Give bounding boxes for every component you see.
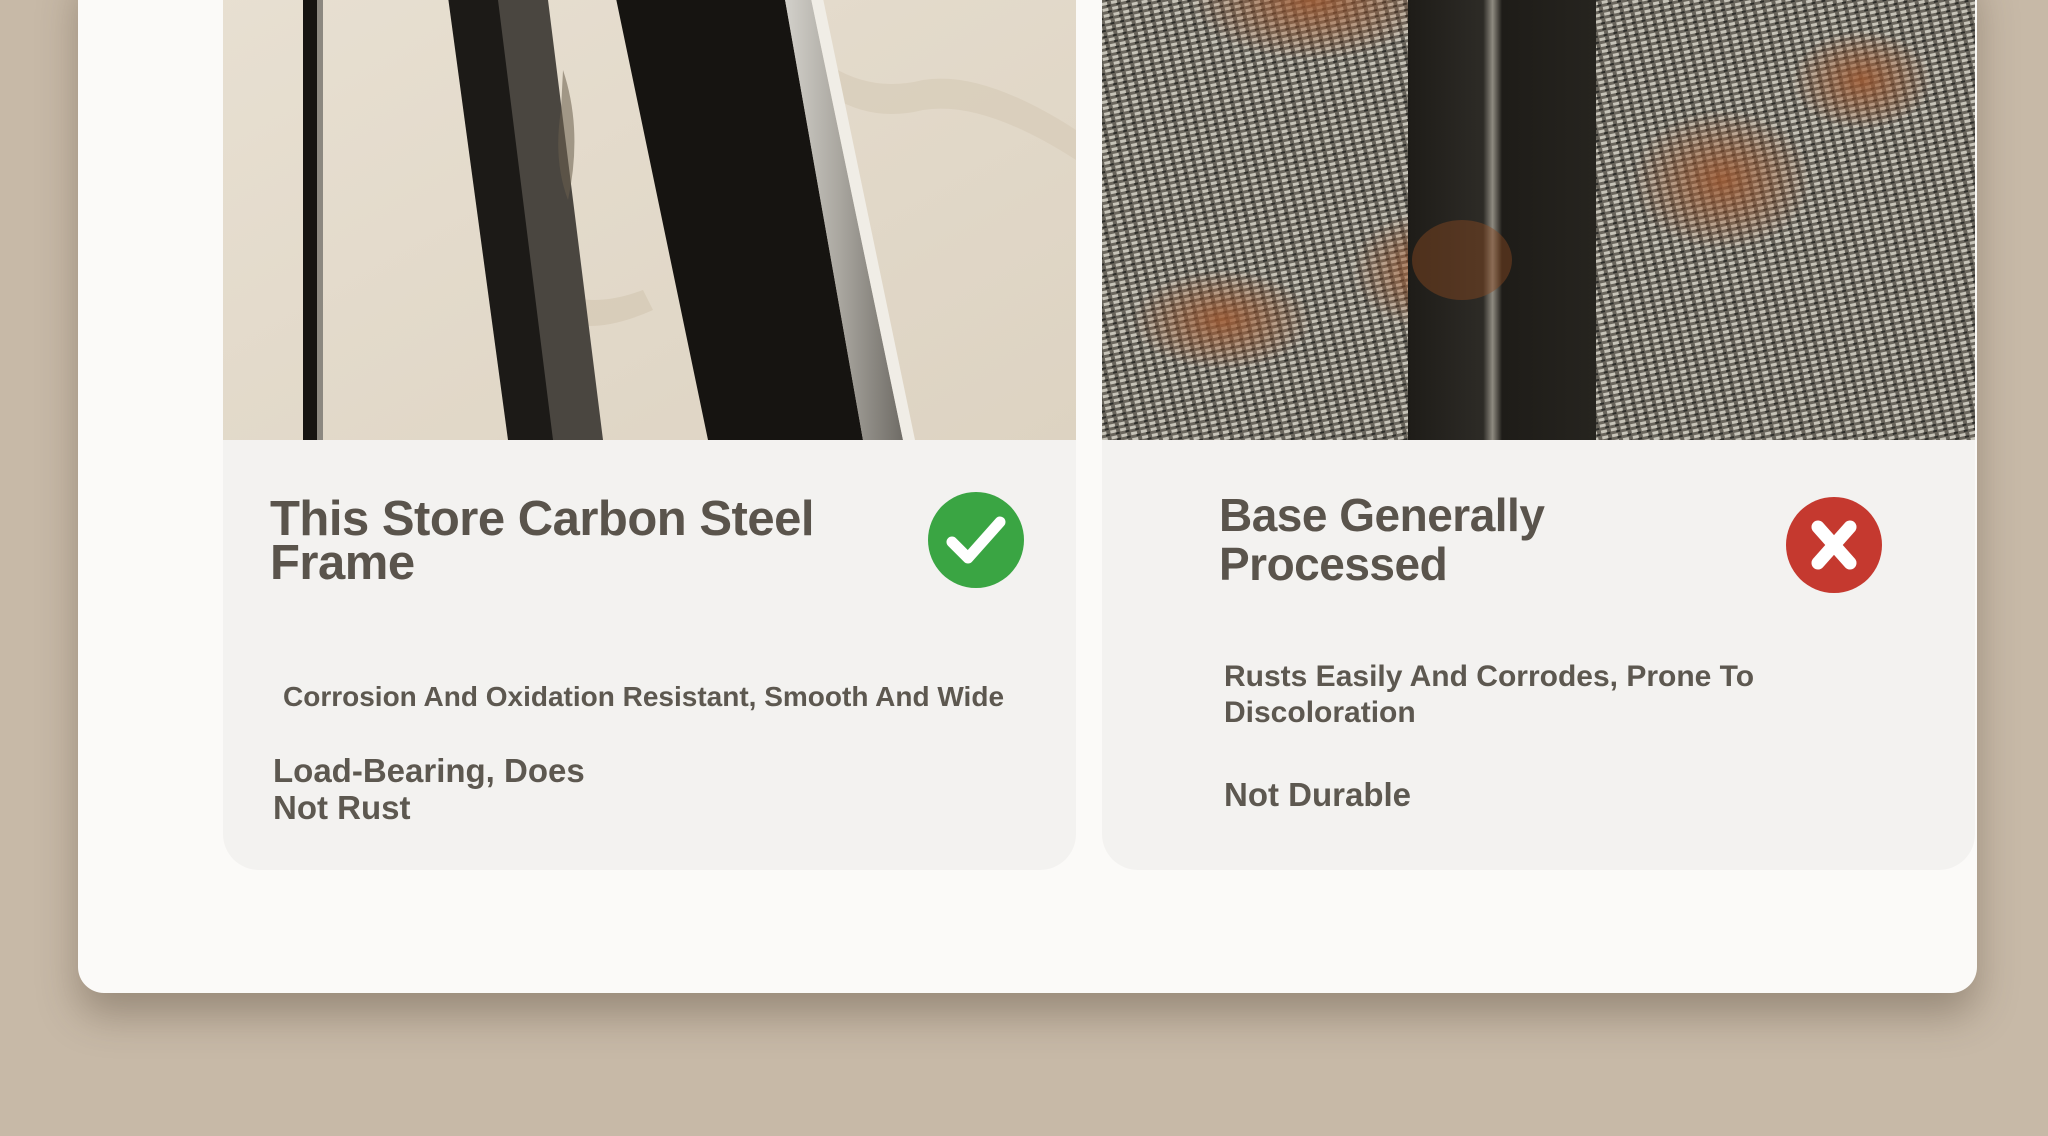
generic-feature-2: Not Durable	[1224, 776, 1412, 813]
rusty-frame-photo	[1102, 0, 1975, 440]
our-feature-2: Load-Bearing, Does Not Rust	[273, 752, 585, 826]
check-icon	[928, 492, 1024, 588]
comparison-card: This Store Carbon Steel Frame Corrosion …	[78, 0, 1977, 993]
our-product-panel: This Store Carbon Steel Frame Corrosion …	[223, 0, 1076, 870]
generic-feature-1: Rusts Easily And Corrodes, Prone To Disc…	[1224, 660, 1755, 729]
generic-product-panel: Base Generally Processed Rusts Easily An…	[1102, 0, 1975, 870]
our-product-title: This Store Carbon Steel Frame	[270, 492, 814, 590]
generic-product-title: Base Generally Processed	[1219, 489, 1545, 590]
carbon-steel-frame-photo	[223, 0, 1076, 440]
our-feature-1: Corrosion And Oxidation Resistant, Smoot…	[283, 681, 1005, 712]
cross-icon	[1786, 497, 1882, 593]
